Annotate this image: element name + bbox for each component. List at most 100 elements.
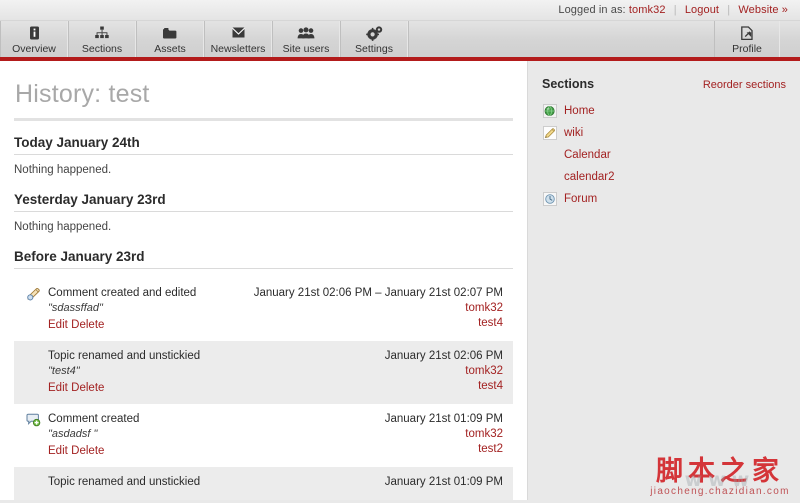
pencil-icon — [542, 126, 558, 140]
history-user-link[interactable]: tomk32 — [303, 427, 503, 442]
comment-add-icon — [22, 412, 44, 427]
nav-tab-assets[interactable]: Assets — [136, 21, 204, 57]
history-row[interactable]: Topic renamed and unstickied January 21s… — [14, 467, 513, 500]
reorder-sections-link[interactable]: Reorder sections — [703, 79, 786, 91]
main-content: History: test Today January 24th Nothing… — [0, 61, 528, 500]
envelope-icon — [231, 25, 246, 41]
nav-tab-settings[interactable]: Settings — [340, 21, 408, 57]
nav-label-sections: Sections — [81, 43, 123, 55]
nav-spacer — [408, 21, 714, 57]
main-navigation: Overview Sections Assets Newsletters Sit — [0, 21, 800, 61]
watermark-url-text: jiaocheng.chazidian.com — [650, 486, 790, 497]
history-action: Topic renamed and unstickied — [48, 350, 201, 362]
nav-label-assets: Assets — [154, 43, 186, 55]
sidebar-item-label: Home — [564, 105, 595, 117]
logout-link[interactable]: Logout — [685, 4, 719, 16]
history-group-empty-today: Nothing happened. — [14, 164, 112, 176]
history-row-meta: January 21st 01:09 PM — [303, 475, 503, 490]
history-user-link[interactable]: tomk32 — [254, 301, 503, 316]
sidebar-item-wiki[interactable]: wiki — [542, 122, 786, 144]
history-row[interactable]: Topic renamed and unstickied "test4" Edi… — [14, 341, 513, 404]
page-title: History: test — [15, 80, 150, 108]
pencil-edit-icon — [22, 286, 44, 301]
history-row-meta: January 21st 01:09 PM tomk32 test2 — [303, 412, 503, 457]
history-target-link[interactable]: test4 — [254, 316, 503, 331]
users-icon — [297, 25, 315, 41]
history-list: Comment created and edited "sdassffad" E… — [14, 278, 513, 500]
globe-icon — [542, 104, 558, 118]
history-row-icon-placeholder — [22, 349, 44, 350]
history-row-body: Comment created and edited "sdassffad" E… — [44, 286, 254, 333]
website-link[interactable]: Website » — [738, 4, 788, 16]
forum-icon — [542, 192, 558, 206]
history-target-link[interactable]: test2 — [303, 442, 503, 457]
history-action: Comment created and edited — [48, 287, 197, 299]
gear-icon — [365, 25, 383, 41]
history-group-heading-before: Before January 23rd — [14, 249, 513, 269]
top-status-bar: Logged in as: tomk32 | Logout | Website … — [0, 0, 800, 21]
history-target-link[interactable]: test4 — [303, 379, 503, 394]
nav-tab-group: Overview Sections Assets Newsletters Sit — [0, 21, 408, 57]
history-date: January 21st 01:09 PM — [384, 413, 503, 425]
sections-sidebar: Sections Reorder sections Home wiki Cale… — [528, 61, 800, 500]
nav-tab-sections[interactable]: Sections — [68, 21, 136, 57]
history-row-body: Topic renamed and unstickied — [44, 475, 303, 490]
nav-label-newsletters: Newsletters — [210, 43, 266, 55]
nav-tab-profile[interactable]: Profile — [714, 21, 780, 57]
delete-link[interactable]: Delete — [71, 319, 104, 331]
edit-link[interactable]: Edit — [48, 382, 68, 394]
sidebar-header: Sections Reorder sections — [542, 77, 786, 91]
history-user-link[interactable]: tomk32 — [303, 364, 503, 379]
history-row-actions: Edit Delete — [48, 443, 303, 459]
edit-link[interactable]: Edit — [48, 445, 68, 457]
login-status: Logged in as: tomk32 | Logout | Website … — [558, 4, 788, 16]
nav-label-site-users: Site users — [282, 43, 330, 55]
history-row-actions: Edit Delete — [48, 317, 254, 333]
watermark-logo-text: 脚本之家 — [656, 456, 784, 487]
history-row-body: Topic renamed and unstickied "test4" Edi… — [44, 349, 303, 396]
info-icon — [28, 25, 41, 41]
sidebar-item-calendar[interactable]: Calendar — [542, 144, 786, 166]
profile-icon — [740, 25, 754, 41]
delete-link[interactable]: Delete — [71, 445, 104, 457]
folder-icon — [162, 25, 178, 41]
history-quote: "sdassffad" — [48, 302, 103, 314]
history-date: January 21st 02:06 PM – January 21st 02:… — [253, 287, 503, 299]
history-date: January 21st 01:09 PM — [384, 476, 503, 488]
nav-tab-newsletters[interactable]: Newsletters — [204, 21, 272, 57]
page-body: History: test Today January 24th Nothing… — [0, 61, 800, 500]
topbar-separator-2: | — [727, 4, 731, 16]
watermark-ghost-text: www — [684, 469, 756, 491]
edit-link[interactable]: Edit — [48, 319, 68, 331]
history-group-heading-yesterday: Yesterday January 23rd — [14, 192, 513, 212]
sidebar-item-label: Forum — [564, 193, 598, 205]
history-action: Comment created — [48, 413, 140, 425]
sidebar-title: Sections — [542, 77, 595, 91]
history-action: Topic renamed and unstickied — [48, 476, 201, 488]
history-row-meta: January 21st 02:06 PM tomk32 test4 — [303, 349, 503, 394]
sidebar-item-forum[interactable]: Forum — [542, 188, 786, 210]
history-quote: "test4" — [48, 365, 80, 377]
history-quote: "asdadsf " — [48, 428, 98, 440]
sidebar-item-home[interactable]: Home — [542, 100, 786, 122]
title-divider — [14, 118, 513, 121]
history-group-heading-today: Today January 24th — [14, 135, 513, 155]
history-row[interactable]: Comment created "asdadsf " Edit Delete J… — [14, 404, 513, 467]
history-row[interactable]: Comment created and edited "sdassffad" E… — [14, 278, 513, 341]
nav-label-overview: Overview — [12, 43, 56, 55]
history-row-actions: Edit Delete — [48, 380, 303, 396]
site-watermark: 脚本之家 jiaocheng.chazidian.com www — [644, 458, 796, 498]
history-group-empty-yesterday: Nothing happened. — [14, 221, 112, 233]
sitemap-icon — [94, 25, 110, 41]
nav-label-profile: Profile — [732, 43, 762, 55]
sidebar-item-label: calendar2 — [564, 171, 615, 183]
history-row-meta: January 21st 02:06 PM – January 21st 02:… — [254, 286, 503, 331]
delete-link[interactable]: Delete — [71, 382, 104, 394]
nav-tab-site-users[interactable]: Site users — [272, 21, 340, 57]
sidebar-item-calendar2[interactable]: calendar2 — [542, 166, 786, 188]
current-username: tomk32 — [628, 4, 666, 16]
sidebar-item-label: wiki — [564, 127, 584, 139]
nav-tab-overview[interactable]: Overview — [0, 21, 68, 57]
nav-label-settings: Settings — [355, 43, 393, 55]
history-row-icon-placeholder — [22, 475, 44, 476]
